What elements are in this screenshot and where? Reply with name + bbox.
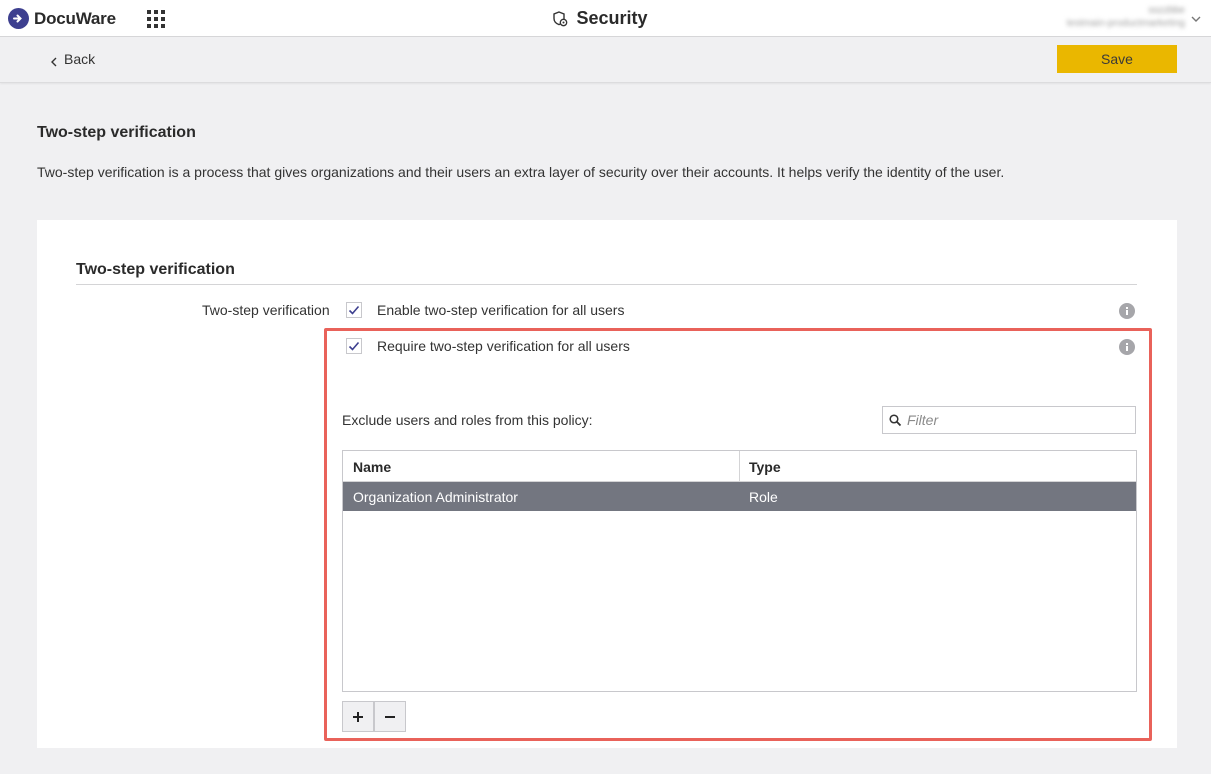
filter-input[interactable] — [907, 412, 1117, 428]
brand[interactable]: DocuWare — [8, 8, 116, 29]
info-icon[interactable] — [1119, 339, 1135, 355]
section-heading: Two-step verification — [37, 124, 196, 141]
page-title: Security — [576, 8, 648, 28]
minus-icon — [385, 715, 395, 718]
back-label: Back — [64, 51, 96, 67]
chevron-left-icon — [50, 54, 58, 67]
user-name: sszzbbe — [1148, 5, 1185, 16]
add-button[interactable] — [342, 701, 374, 732]
page-title-area: Security — [0, 0, 1211, 37]
search-icon — [889, 413, 902, 427]
cell-name: Organization Administrator — [353, 489, 518, 505]
column-header-type[interactable]: Type — [749, 459, 781, 475]
divider — [76, 284, 1137, 285]
action-bar: Back Save — [0, 37, 1211, 83]
table-header: Name Type — [343, 451, 1136, 482]
column-separator[interactable] — [739, 451, 740, 481]
table-row[interactable]: Organization Administrator Role — [343, 482, 1136, 511]
remove-button[interactable] — [374, 701, 406, 732]
plus-icon — [353, 711, 363, 722]
cell-type: Role — [749, 489, 778, 505]
require-two-step-label[interactable]: Require two-step verification for all us… — [377, 338, 630, 354]
save-button[interactable]: Save — [1057, 45, 1177, 73]
brand-name: DocuWare — [34, 8, 116, 28]
apps-grid-icon[interactable] — [146, 9, 166, 29]
column-header-name[interactable]: Name — [353, 459, 391, 475]
docuware-logo-icon — [8, 8, 29, 29]
exclusion-table: Name Type Organization Administrator Rol… — [342, 450, 1137, 692]
section-description: Two-step verification is a process that … — [37, 164, 1005, 180]
card-heading: Two-step verification — [76, 261, 235, 278]
chevron-down-icon[interactable] — [1190, 12, 1202, 24]
enable-two-step-checkbox[interactable] — [346, 302, 362, 318]
enable-two-step-label[interactable]: Enable two-step verification for all use… — [377, 302, 624, 318]
user-organization: testmain-productmarketing — [1066, 18, 1185, 29]
shield-gear-icon — [551, 10, 569, 28]
require-two-step-checkbox[interactable] — [346, 338, 362, 354]
check-icon — [348, 341, 360, 351]
filter-box[interactable] — [882, 406, 1136, 434]
exclude-label: Exclude users and roles from this policy… — [342, 412, 593, 428]
check-icon — [348, 305, 360, 315]
top-bar: DocuWare Security sszzbbe testmain-produ… — [0, 0, 1211, 37]
info-icon[interactable] — [1119, 303, 1135, 319]
user-menu[interactable]: sszzbbe testmain-productmarketing — [1067, 4, 1185, 30]
setting-row-label: Two-step verification — [202, 302, 330, 318]
back-button[interactable]: Back — [50, 51, 95, 67]
